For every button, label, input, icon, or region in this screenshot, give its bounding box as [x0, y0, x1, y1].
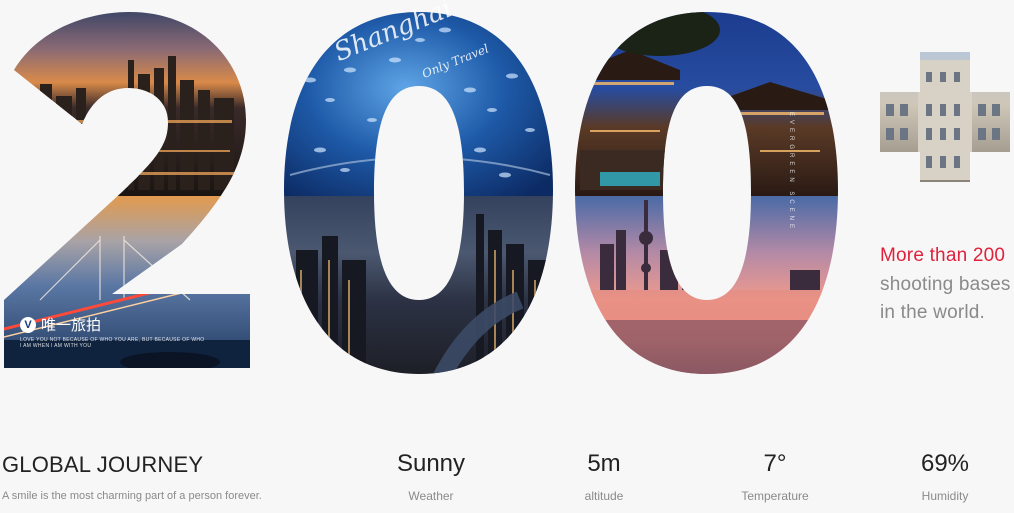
stat-altitude: 5m altitude: [544, 448, 664, 503]
stat-humidity-label: Humidity: [921, 489, 969, 503]
brand-badge: V 唯一旅拍: [20, 314, 101, 335]
brand-logo-icon: V: [20, 316, 36, 333]
side-body-text: shooting bases in the world.: [880, 273, 1011, 324]
footer-title: GLOBAL JOURNEY: [2, 452, 204, 477]
digit-zero-aquarium-skyline: [284, 12, 553, 374]
brand-tagline-line-2: I AM WHEN I AM WITH YOU: [20, 343, 92, 349]
brand-tagline: LOVE YOU NOT BECAUSE OF WHO YOU ARE, BUT…: [20, 337, 205, 349]
stat-altitude-value: 5m: [587, 450, 621, 477]
hero-banner: Shanghai Only Travel EVERGREEN SCENE V 唯…: [0, 0, 1014, 513]
stat-weather-value: Sunny: [396, 450, 466, 477]
stat-temperature-value: 7°: [763, 450, 787, 477]
stat-humidity-value: 69%: [920, 450, 970, 477]
digit-zero-temple-sunset: [575, 12, 838, 374]
plus-sign-building-photo: [880, 52, 1010, 182]
stat-altitude-label: altitude: [584, 489, 624, 503]
footer-subtitle: A smile is the most charming part of a p…: [2, 490, 262, 502]
stat-temperature-label: Temperature: [741, 489, 809, 503]
stat-weather-label: Weather: [408, 489, 454, 503]
side-description: More than 200 shooting bases in the worl…: [880, 242, 1014, 328]
hero-vertical-caption: EVERGREEN SCENE: [788, 112, 794, 233]
side-accent-text: More than 200: [880, 245, 1006, 266]
brand-name: 唯一旅拍: [41, 317, 102, 334]
stat-temperature: 7° Temperature: [715, 448, 835, 503]
stat-weather: Sunny Weather: [371, 448, 491, 503]
stat-humidity: 69% Humidity: [885, 448, 1005, 503]
